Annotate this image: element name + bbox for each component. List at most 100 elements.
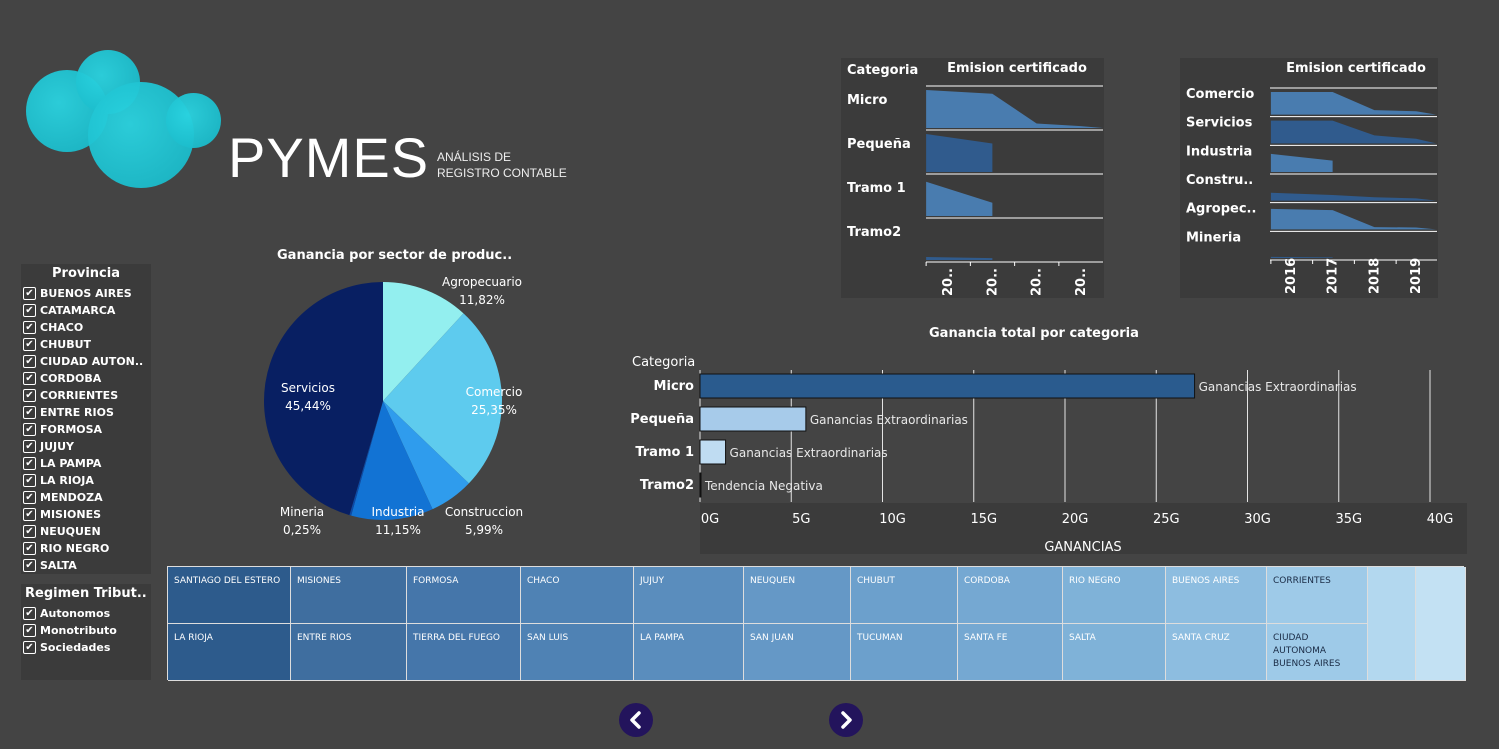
- provincia-option-checkbox[interactable]: ✔ JUJUY: [21, 438, 151, 455]
- pie-chart: Agropecuario 11,82% Comercio 25,35% Construc…: [263, 275, 523, 537]
- province-cell[interactable]: SANTA CRUZ: [1166, 624, 1267, 681]
- bar-tramo2[interactable]: [699, 472, 702, 498]
- area-comercio[interactable]: [1270, 92, 1437, 115]
- area-chart-title: Emision certificado: [947, 61, 1087, 76]
- bar-data-label: Tendencia Negativa: [704, 479, 823, 493]
- pie-label: Industria: [372, 505, 425, 519]
- regimen-option-checkbox[interactable]: ✔ Autonomos: [21, 605, 151, 622]
- logo-subtitle-line1: ANÁLISIS DE: [437, 150, 512, 164]
- check-icon: ✔: [23, 423, 36, 436]
- provincia-option-checkbox[interactable]: ✔ CHACO: [21, 319, 151, 336]
- check-icon: ✔: [23, 355, 36, 368]
- next-button[interactable]: [829, 703, 863, 737]
- check-icon: ✔: [23, 304, 36, 317]
- provincia-option-checkbox[interactable]: ✔ LA RIOJA: [21, 472, 151, 489]
- area-tramo2[interactable]: [926, 256, 993, 260]
- bar-chart: Categoria 0G 5G 10G 15G 20G 25G 30G 35G 40G Micro G…: [630, 355, 1453, 555]
- provincia-option-checkbox[interactable]: ✔ LA PAMPA: [21, 455, 151, 472]
- province-cell[interactable]: SAN JUAN: [744, 624, 851, 681]
- province-cell[interactable]: SANTIAGO DEL ESTERO: [168, 567, 291, 624]
- bar-category-label: Tramo 1: [635, 445, 694, 460]
- province-cell[interactable]: NEUQUEN: [744, 567, 851, 624]
- provincia-option-checkbox[interactable]: ✔ MENDOZA: [21, 489, 151, 506]
- province-cell[interactable]: SAN LUIS: [521, 624, 634, 681]
- provincia-option-checkbox[interactable]: ✔ CIUDAD AUTON..: [21, 353, 151, 370]
- area-constru..[interactable]: [1270, 192, 1437, 201]
- row-header: Categoria: [847, 63, 918, 78]
- province-cell[interactable]: JUJUY: [634, 567, 744, 624]
- provincia-option-checkbox[interactable]: ✔ FORMOSA: [21, 421, 151, 438]
- province-cell[interactable]: TUCUMAN: [851, 624, 958, 681]
- province-cell[interactable]: ENTRE RIOS: [291, 624, 407, 681]
- pie-pct: 11,82%: [459, 293, 505, 307]
- area-row-label: Pequeña: [847, 137, 911, 152]
- regimen-option-checkbox[interactable]: ✔ Monotributo: [21, 622, 151, 639]
- pie-pct: 11,15%: [375, 523, 421, 537]
- province-cell[interactable]: CIUDAD AUTONOMA BUENOS AIRES: [1267, 624, 1368, 681]
- area-industria[interactable]: [1270, 153, 1333, 172]
- province-cell[interactable]: LA RIOJA: [168, 624, 291, 681]
- provincia-option-checkbox[interactable]: ✔ BUENOS AIRES: [21, 285, 151, 302]
- province-cell[interactable]: SALTA: [1063, 624, 1166, 681]
- province-cell[interactable]: BUENOS AIRES: [1166, 567, 1267, 624]
- regimen-list: ✔ Autonomos ✔ Monotributo ✔ Sociedades: [21, 605, 151, 656]
- province-cell[interactable]: CORDOBA: [958, 567, 1063, 624]
- prev-button[interactable]: [619, 703, 653, 737]
- provincia-option-checkbox[interactable]: ✔ MISIONES: [21, 506, 151, 523]
- regimen-option-label: Autonomos: [40, 607, 111, 620]
- x-tick-label: 2019: [1409, 258, 1424, 294]
- province-cell[interactable]: CHACO: [521, 567, 634, 624]
- logo-subtitle-line2: REGISTRO CONTABLE: [437, 166, 567, 180]
- bar-pequeña[interactable]: [699, 406, 807, 432]
- area-pequeña[interactable]: [926, 134, 993, 172]
- province-cell[interactable]: LA PAMPA: [634, 624, 744, 681]
- provincia-option-checkbox[interactable]: ✔ CORRIENTES: [21, 387, 151, 404]
- check-icon: ✔: [23, 508, 36, 521]
- area-servicios[interactable]: [1270, 120, 1437, 144]
- emision-cert-sector-chart: Emision certificado Comercio Servicios Indu…: [1186, 61, 1437, 294]
- provincia-option-checkbox[interactable]: ✔ RIO NEGRO: [21, 540, 151, 557]
- bar-micro[interactable]: [699, 373, 1196, 399]
- area-micro[interactable]: [926, 90, 1103, 128]
- pie-pct: 25,35%: [471, 403, 517, 417]
- pie-pct: 5,99%: [465, 523, 503, 537]
- logo-subtitle: ANÁLISIS DE REGISTRO CONTABLE: [437, 149, 567, 181]
- bar-tick-label: 30G: [1244, 512, 1271, 527]
- province-cell[interactable]: SANTA FE: [958, 624, 1063, 681]
- province-cell[interactable]: CORRIENTES: [1267, 567, 1368, 624]
- provincia-option-label: LA RIOJA: [40, 474, 94, 487]
- bar-tick-label: 0G: [701, 512, 719, 527]
- area-tramo 1[interactable]: [926, 181, 993, 216]
- provincia-option-label: CORRIENTES: [40, 389, 119, 402]
- area-row-label: Micro: [847, 93, 888, 108]
- bar-tramo 1[interactable]: [699, 439, 727, 465]
- regimen-option-checkbox[interactable]: ✔ Sociedades: [21, 639, 151, 656]
- provincia-option-checkbox[interactable]: ✔ CHUBUT: [21, 336, 151, 353]
- provincia-option-checkbox[interactable]: ✔ ENTRE RIOS: [21, 404, 151, 421]
- regimen-filter-title: Regimen Tribut..: [25, 586, 147, 601]
- x-tick-label: 2018: [1367, 258, 1382, 294]
- area-row-label: Agropec..: [1186, 202, 1256, 217]
- province-cell[interactable]: RIO NEGRO: [1063, 567, 1166, 624]
- provincia-option-label: CATAMARCA: [40, 304, 116, 317]
- provincia-option-checkbox[interactable]: ✔ CATAMARCA: [21, 302, 151, 319]
- area-row-label: Industria: [1186, 144, 1252, 159]
- chevron-left-icon: [630, 711, 641, 729]
- province-cell[interactable]: [1416, 567, 1466, 681]
- area-agropec..[interactable]: [1270, 208, 1437, 230]
- area-chart-title: Emision certificado: [1286, 61, 1426, 76]
- provincia-option-checkbox[interactable]: ✔ SALTA: [21, 557, 151, 574]
- bar-tick-label: 20G: [1062, 512, 1089, 527]
- provincia-option-checkbox[interactable]: ✔ NEUQUEN: [21, 523, 151, 540]
- provincia-option-label: NEUQUEN: [40, 525, 101, 538]
- provincia-option-label: CORDOBA: [40, 372, 102, 385]
- area-mineria[interactable]: [1270, 256, 1333, 258]
- province-cell[interactable]: FORMOSA: [407, 567, 521, 624]
- check-icon: ✔: [23, 440, 36, 453]
- provincia-option-label: LA PAMPA: [40, 457, 102, 470]
- province-cell[interactable]: [1368, 567, 1416, 681]
- province-cell[interactable]: TIERRA DEL FUEGO: [407, 624, 521, 681]
- province-cell[interactable]: CHUBUT: [851, 567, 958, 624]
- province-cell[interactable]: MISIONES: [291, 567, 407, 624]
- provincia-option-checkbox[interactable]: ✔ CORDOBA: [21, 370, 151, 387]
